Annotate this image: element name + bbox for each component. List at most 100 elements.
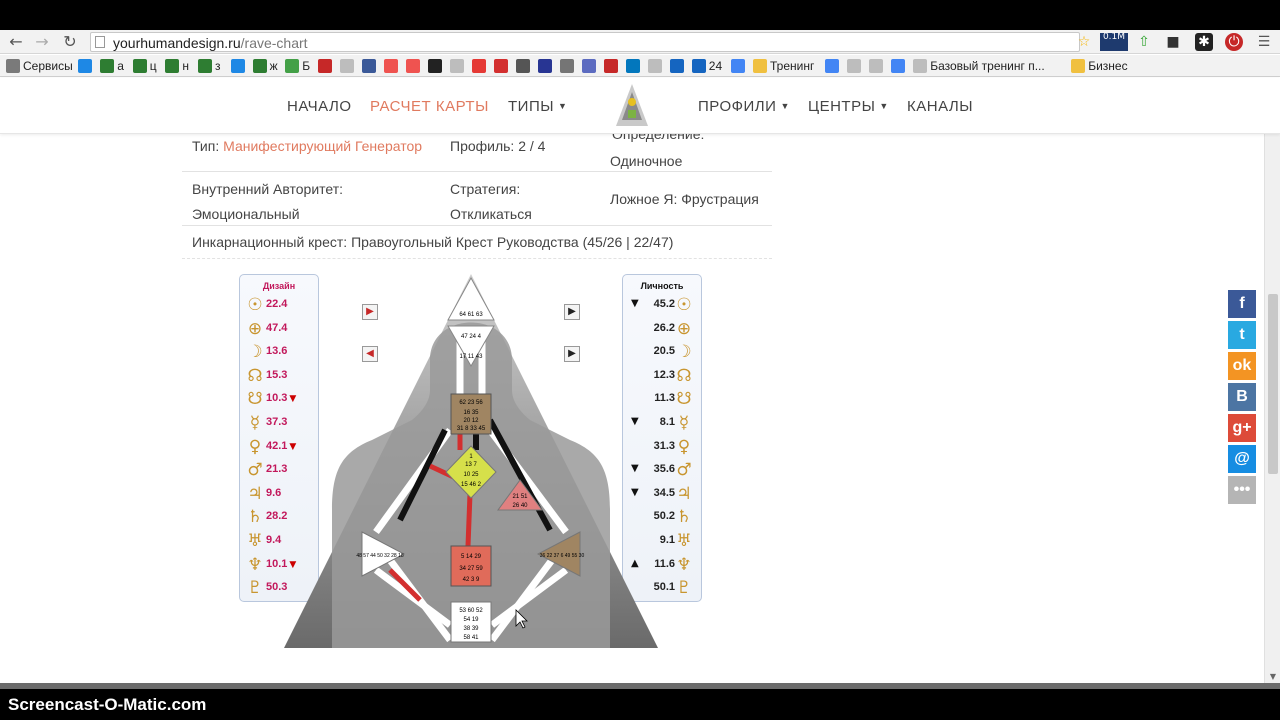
neptune-icon: ♆ (676, 554, 692, 575)
design-gate-value: 9.4 (266, 534, 282, 546)
bookmark-item[interactable] (78, 58, 95, 74)
address-bar[interactable]: yourhumandesign.ru/rave-chart (90, 32, 1080, 52)
social-share-bar: f t ok Вg+ @ ••• (1228, 290, 1258, 507)
bookmark-item[interactable] (317, 58, 335, 74)
bookmark-item[interactable] (847, 58, 864, 74)
nav-channels[interactable]: КАНАЛЫ (907, 98, 973, 115)
bookmark-favicon-icon (471, 59, 486, 73)
bookmark-item[interactable]: н (165, 58, 189, 74)
bookmark-item[interactable] (493, 58, 511, 74)
bookmark-item[interactable] (869, 58, 886, 74)
bookmark-item[interactable]: 24 (691, 58, 722, 74)
bookmark-item[interactable] (891, 58, 908, 74)
bookmark-label: Бизнес (1088, 59, 1128, 73)
stop-icon[interactable]: ⏻ (1225, 33, 1243, 51)
bookmark-item[interactable]: ж (252, 58, 278, 74)
bookmark-item[interactable] (383, 58, 401, 74)
bookmark-item[interactable] (230, 58, 248, 74)
facebook-button[interactable]: f (1228, 290, 1256, 318)
bookmark-item[interactable] (471, 58, 489, 74)
window-titlebar (0, 0, 1280, 30)
rss-badge-count: 0.1M (1102, 32, 1126, 42)
star-icon[interactable]: ☆ (1075, 33, 1093, 51)
head-gates: 64 61 63 (459, 312, 483, 318)
profile-value: 2 / 4 (518, 138, 546, 154)
bookmark-item[interactable] (581, 58, 599, 74)
bookmark-item[interactable] (559, 58, 577, 74)
g-center-gates-4: 15 46 2 (461, 482, 482, 488)
bookmark-item[interactable] (647, 58, 665, 74)
bookmark-item[interactable]: ц (132, 58, 157, 74)
bookmark-favicon-icon (165, 59, 180, 73)
moon-icon: ☽ (676, 342, 692, 363)
bookmark-favicon-icon (383, 59, 398, 73)
bookmark-item[interactable] (361, 58, 379, 74)
bookmark-favicon-icon (285, 59, 300, 73)
bookmark-item[interactable] (537, 58, 555, 74)
nav-profiles-label: ПРОФИЛИ (698, 98, 777, 115)
bookmark-item[interactable] (625, 58, 643, 74)
reload-icon[interactable]: ↻ (60, 32, 80, 52)
asterisk-icon[interactable]: ✱ (1195, 33, 1213, 51)
rss-badge-icon[interactable]: 0.1M (1100, 33, 1128, 51)
bookmark-favicon-icon (100, 59, 115, 73)
nav-home-label: НАЧАЛО (287, 98, 352, 115)
north-node-icon: ☊ (247, 365, 263, 386)
ajna-gates: 47 24 4 (461, 334, 482, 340)
type-value-link[interactable]: Манифестирующий Генератор (223, 138, 422, 154)
authority-label: Внутренний Авторитет: (192, 181, 344, 197)
url-path: /rave-chart (240, 35, 308, 51)
nav-centers[interactable]: ЦЕНТРЫ ▼ (808, 98, 889, 115)
page-scrollbar[interactable]: ▲ ▼ (1264, 78, 1280, 686)
bookmark-favicon-icon (869, 59, 884, 73)
pluto-icon: ♇ (676, 578, 692, 599)
menu-icon[interactable]: ☰ (1255, 33, 1273, 51)
bookmark-favicon-icon (493, 59, 508, 73)
more-share-button[interactable]: ••• (1228, 476, 1256, 504)
bookmark-item[interactable] (731, 58, 748, 74)
arrow-up-icon[interactable]: ⇧ (1135, 33, 1153, 51)
nav-home[interactable]: НАЧАЛО (287, 98, 352, 115)
page-icon (95, 36, 105, 48)
bookmark-item[interactable]: Тренинг (753, 58, 814, 74)
googleplus-button[interactable]: g+ (1228, 414, 1256, 442)
chevron-down-icon: ▼ (879, 101, 889, 111)
vkontakte-button[interactable]: В (1228, 383, 1256, 411)
bookmark-item[interactable] (405, 58, 423, 74)
bookmark-favicon-icon (753, 59, 767, 73)
scrollbar-thumb[interactable] (1268, 294, 1278, 474)
back-arrow-icon[interactable]: ← (6, 32, 26, 52)
design-gate-value: 9.6 (266, 486, 282, 499)
odnoklassniki-button[interactable]: ok (1228, 352, 1256, 380)
bookmark-item[interactable]: з (198, 58, 221, 74)
nav-profiles[interactable]: ПРОФИЛИ ▼ (698, 98, 790, 115)
bookmark-item[interactable] (515, 58, 533, 74)
forward-arrow-icon[interactable]: → (32, 32, 52, 52)
bookmark-item[interactable]: Б (285, 58, 310, 74)
g-center-gates-3: 10 25 (463, 472, 479, 478)
twitter-button[interactable]: t (1228, 321, 1256, 349)
site-logo[interactable] (612, 82, 652, 132)
notself-label: Ложное Я: (610, 191, 678, 207)
url-text[interactable]: yourhumandesign.ru/rave-chart (113, 35, 308, 51)
bookmark-item[interactable] (427, 58, 445, 74)
bookmark-item[interactable] (669, 58, 687, 74)
bookmark-item[interactable] (339, 58, 357, 74)
notself-field: Ложное Я: Фрустрация (610, 191, 759, 207)
bookmark-favicon-icon (78, 59, 93, 73)
bookmark-item[interactable]: а (100, 58, 124, 74)
nav-types[interactable]: ТИПЫ ▼ (508, 98, 567, 115)
bookmark-item[interactable] (603, 58, 621, 74)
nav-chart-calc[interactable]: РАСЧЕТ КАРТЫ (370, 98, 489, 115)
bookmark-item[interactable]: Базовый тренинг п... (913, 58, 1045, 74)
sacral-gates-3: 42 3 9 (463, 577, 480, 583)
puzzle-icon[interactable]: ■ (1164, 33, 1182, 51)
scroll-down-icon[interactable]: ▼ (1267, 672, 1279, 681)
authority-value: Эмоциональный (192, 206, 300, 222)
bookmark-item[interactable]: Бизнес (1071, 58, 1128, 74)
bookmark-item[interactable]: Сервисы (6, 58, 73, 74)
mailru-button[interactable]: @ (1228, 445, 1256, 473)
bookmark-item[interactable] (825, 58, 842, 74)
bookmark-item[interactable] (449, 58, 467, 74)
bookmark-label: а (117, 59, 124, 73)
